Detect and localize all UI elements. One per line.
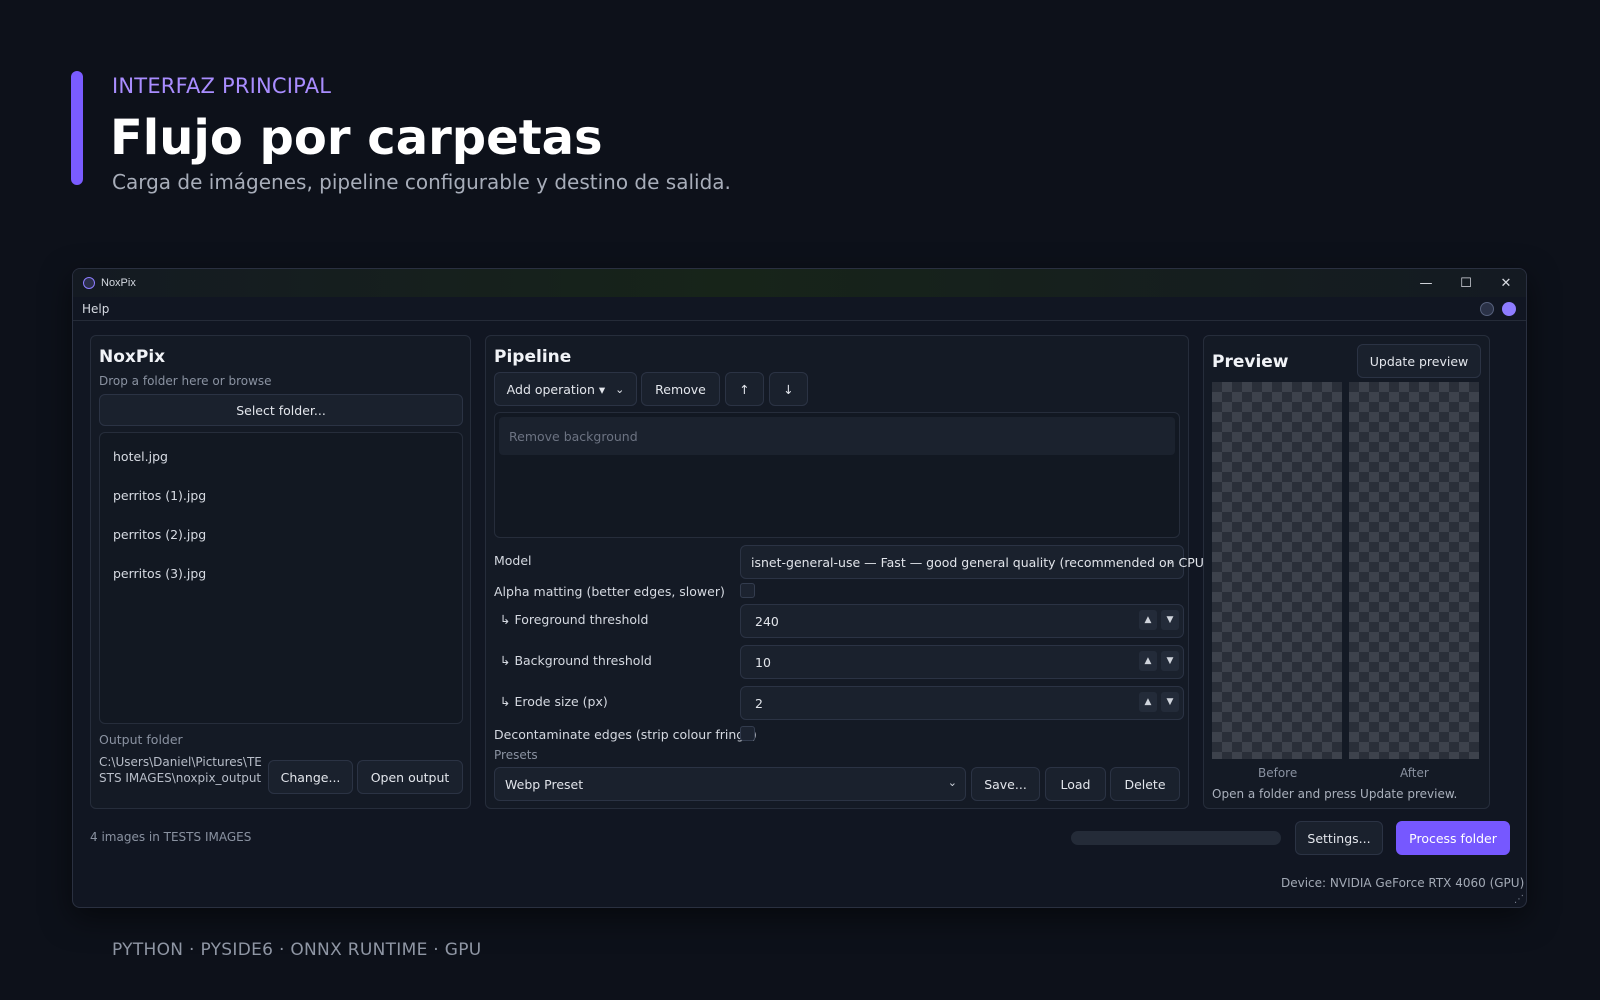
folder-panel-title: NoxPix bbox=[99, 347, 166, 367]
save-preset-button[interactable]: Save... bbox=[971, 767, 1040, 801]
operation-item[interactable]: Remove background bbox=[499, 417, 1175, 455]
background-threshold-label: ↳ Background threshold bbox=[500, 653, 652, 668]
select-folder-button[interactable]: Select folder... bbox=[99, 394, 463, 426]
preset-select[interactable]: Webp Preset ⌄ bbox=[494, 767, 966, 801]
decrement-icon[interactable]: ▼ bbox=[1161, 610, 1179, 630]
erode-size-stepper: ▲ ▼ bbox=[1139, 692, 1179, 712]
presets-label: Presets bbox=[494, 748, 538, 762]
erode-size-label: ↳ Erode size (px) bbox=[500, 694, 608, 709]
file-list-item[interactable]: perritos (3).jpg bbox=[113, 566, 206, 581]
file-list[interactable]: hotel.jpg perritos (1).jpg perritos (2).… bbox=[99, 432, 463, 724]
alpha-matting-checkbox[interactable] bbox=[740, 583, 755, 598]
preview-hint: Open a folder and press Update preview. bbox=[1212, 787, 1458, 801]
remove-operation-button[interactable]: Remove bbox=[641, 372, 720, 406]
preview-title: Preview bbox=[1212, 352, 1289, 372]
maximize-icon[interactable]: ☐ bbox=[1446, 269, 1486, 297]
close-icon[interactable]: ✕ bbox=[1486, 269, 1526, 297]
model-label: Model bbox=[494, 553, 532, 568]
preview-panel: Preview Update preview Before After Open… bbox=[1203, 335, 1490, 809]
foreground-threshold-spinbox[interactable]: 240 ▲ ▼ bbox=[740, 604, 1184, 638]
settings-button[interactable]: Settings... bbox=[1295, 821, 1383, 855]
pipeline-title: Pipeline bbox=[494, 347, 572, 367]
load-preset-button[interactable]: Load bbox=[1045, 767, 1106, 801]
sun-icon[interactable] bbox=[1480, 302, 1494, 316]
file-list-item[interactable]: perritos (2).jpg bbox=[113, 527, 206, 542]
chevron-down-icon: ⌄ bbox=[615, 382, 625, 396]
open-output-button[interactable]: Open output bbox=[357, 760, 463, 794]
file-list-item[interactable]: hotel.jpg bbox=[113, 449, 168, 464]
drop-hint: Drop a folder here or browse bbox=[99, 374, 272, 388]
slide-subtitle: Carga de imágenes, pipeline configurable… bbox=[112, 170, 731, 194]
decontaminate-checkbox[interactable] bbox=[740, 726, 755, 741]
alpha-matting-label: Alpha matting (better edges, slower) bbox=[494, 584, 725, 599]
slide-eyebrow: INTERFAZ PRINCIPAL bbox=[112, 74, 332, 98]
pipeline-panel: Pipeline Add operation ▾ ⌄ Remove ↑ ↓ Re… bbox=[485, 335, 1209, 809]
app-window: NoxPix — ☐ ✕ Help NoxPix Drop a folder h… bbox=[72, 268, 1527, 908]
window-controls: — ☐ ✕ bbox=[1406, 269, 1526, 297]
increment-icon[interactable]: ▲ bbox=[1139, 610, 1157, 630]
chevron-down-icon: ⌄ bbox=[947, 776, 957, 789]
moon-icon[interactable] bbox=[1502, 302, 1516, 316]
after-caption: After bbox=[1400, 766, 1429, 780]
operation-label: Remove background bbox=[509, 429, 638, 444]
operations-list[interactable]: Remove background bbox=[494, 412, 1180, 538]
decrement-icon[interactable]: ▼ bbox=[1161, 651, 1179, 671]
increment-icon[interactable]: ▲ bbox=[1139, 692, 1157, 712]
model-value: isnet-general-use — Fast — good general … bbox=[751, 555, 1209, 570]
change-output-button[interactable]: Change... bbox=[268, 760, 353, 794]
tech-stack: PYTHON · PYSIDE6 · ONNX RUNTIME · GPU bbox=[112, 940, 482, 960]
resize-grip-icon[interactable]: ⋰ bbox=[1514, 894, 1524, 905]
folder-panel: NoxPix Drop a folder here or browse Sele… bbox=[90, 335, 471, 809]
before-caption: Before bbox=[1258, 766, 1298, 780]
output-folder-path: C:\Users\Daniel\Pictures\TESTS IMAGES\no… bbox=[99, 755, 262, 785]
background-threshold-stepper: ▲ ▼ bbox=[1139, 651, 1179, 671]
file-list-item[interactable]: perritos (1).jpg bbox=[113, 488, 206, 503]
accent-bar bbox=[71, 71, 83, 185]
update-preview-button[interactable]: Update preview bbox=[1357, 344, 1481, 378]
before-preview-canvas bbox=[1212, 382, 1342, 759]
add-operation-button[interactable]: Add operation ▾ ⌄ bbox=[494, 372, 637, 406]
output-folder-label: Output folder bbox=[99, 732, 183, 747]
erode-size-spinbox[interactable]: 2 ▲ ▼ bbox=[740, 686, 1184, 720]
decontaminate-label: Decontaminate edges (strip colour fringe… bbox=[494, 727, 757, 742]
device-status: Device: NVIDIA GeForce RTX 4060 (GPU) bbox=[1281, 876, 1525, 890]
move-down-button[interactable]: ↓ bbox=[769, 372, 808, 406]
theme-icons bbox=[1480, 302, 1516, 316]
minimize-icon[interactable]: — bbox=[1406, 269, 1446, 297]
model-select[interactable]: isnet-general-use — Fast — good general … bbox=[740, 545, 1209, 579]
process-folder-button[interactable]: Process folder bbox=[1396, 821, 1510, 855]
chevron-down-icon: ⌄ bbox=[1165, 554, 1175, 567]
background-threshold-spinbox[interactable]: 10 ▲ ▼ bbox=[740, 645, 1184, 679]
move-up-button[interactable]: ↑ bbox=[725, 372, 764, 406]
background-threshold-value: 10 bbox=[755, 655, 771, 670]
add-operation-label: Add operation ▾ bbox=[506, 381, 606, 397]
erode-size-value: 2 bbox=[755, 696, 763, 711]
foreground-threshold-value: 240 bbox=[755, 614, 779, 629]
slide-title: Flujo por carpetas bbox=[110, 110, 603, 166]
window-title: NoxPix bbox=[101, 277, 136, 289]
foreground-threshold-stepper: ▲ ▼ bbox=[1139, 610, 1179, 630]
foreground-threshold-label: ↳ Foreground threshold bbox=[500, 612, 649, 627]
menu-help[interactable]: Help bbox=[82, 302, 109, 316]
delete-preset-button[interactable]: Delete bbox=[1110, 767, 1180, 801]
increment-icon[interactable]: ▲ bbox=[1139, 651, 1157, 671]
after-preview-canvas bbox=[1349, 382, 1479, 759]
title-bar: NoxPix — ☐ ✕ bbox=[73, 269, 1526, 297]
preset-value: Webp Preset bbox=[505, 777, 584, 792]
decrement-icon[interactable]: ▼ bbox=[1161, 692, 1179, 712]
progress-bar bbox=[1071, 831, 1281, 845]
app-logo-icon bbox=[83, 277, 95, 289]
menu-bar: Help bbox=[73, 297, 1526, 321]
status-text: 4 images in TESTS IMAGES bbox=[90, 830, 252, 844]
